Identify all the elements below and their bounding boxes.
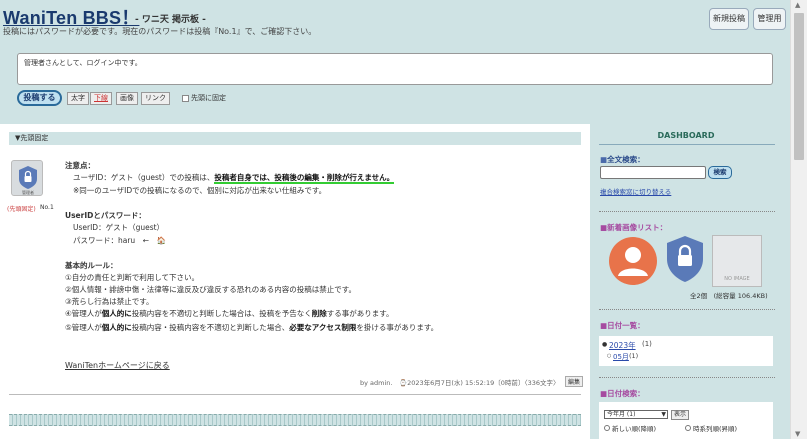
year-bullet: ● bbox=[602, 341, 608, 348]
message-textarea[interactable]: 管理者さんとして、ログイン中です。 bbox=[17, 53, 773, 85]
avatar-label: 管理者 bbox=[22, 189, 34, 195]
radio-circle[interactable] bbox=[604, 425, 610, 431]
divider bbox=[9, 394, 581, 395]
radio-circle[interactable] bbox=[685, 425, 691, 431]
rules-heading: 基本的ルール： bbox=[65, 261, 118, 270]
password-line: パスワード：haru ← 🏠 bbox=[73, 236, 166, 245]
userid-line: UserID：ゲスト（guest） bbox=[73, 223, 165, 232]
compose-area: 管理者さんとして、ログイン中です。 投稿する 太字 下線 画像 リンク 先頭に固… bbox=[9, 46, 781, 116]
sidebar: DASHBOARD ■全文検索： 検索 複合検索窓に切り替える ■新着画像リスト… bbox=[590, 124, 790, 439]
scroll-up-icon[interactable]: ▲ bbox=[795, 1, 800, 9]
admin-button[interactable]: 管理用 bbox=[753, 8, 786, 30]
rule-2: ②個人情報・誹謗中傷・法律等に違反及び違反する恐れのある内容の投稿は禁止です。 bbox=[65, 285, 356, 294]
year-link[interactable]: 2023年 bbox=[609, 340, 636, 351]
scroll-thumb[interactable] bbox=[794, 13, 804, 160]
site-subtitle: - ワニ天 掲示板 - bbox=[135, 15, 206, 25]
date-search: 今年月 (1) ▼ 表示 新しい順(降順) 時系列順(昇順) bbox=[599, 402, 773, 439]
scrollbar[interactable]: ▲ ▼ bbox=[790, 0, 807, 439]
month-bullet: ○ bbox=[607, 353, 612, 359]
main-panel: ▼先頭固定 管理者 (先頭固定) No.1 注意点： ユーザID：ゲスト（gue… bbox=[0, 124, 590, 439]
radio-newest[interactable]: 新しい順(降順) bbox=[604, 423, 656, 433]
pin-checkbox[interactable] bbox=[182, 94, 189, 102]
bold-button[interactable]: 太字 bbox=[67, 92, 89, 105]
caution-heading: 注意点： bbox=[65, 161, 95, 170]
home-link[interactable]: WaniTenホームページに戻る bbox=[65, 360, 170, 371]
credentials-heading: UserIDとパスワード： bbox=[65, 211, 146, 220]
image-button[interactable]: 画像 bbox=[116, 92, 138, 105]
month-select[interactable]: 今年月 (1) ▼ bbox=[604, 410, 668, 419]
month-count: (1) bbox=[629, 352, 639, 360]
dashboard-divider bbox=[599, 144, 775, 145]
show-button[interactable]: 表示 bbox=[671, 410, 689, 420]
link-button[interactable]: リンク bbox=[141, 92, 170, 105]
date-list: ● 2023年 (1) ○ 05月 (1) bbox=[599, 336, 773, 366]
pinned-section-bar[interactable]: ▼先頭固定 bbox=[9, 132, 581, 145]
caution-note: ※同一のユーザIDでの投稿になるので、個別に対応が出来ない仕組みです。 bbox=[73, 186, 327, 195]
switch-search-link[interactable]: 複合検索窓に切り替える bbox=[600, 186, 671, 196]
caution-line: ユーザID：ゲスト（guest）での投稿は、投稿者自身では、投稿後の編集・削除が… bbox=[73, 173, 395, 184]
header: WaniTen BBS！ - ワニ天 掲示板 - 投稿にはパスワードが必要です。… bbox=[0, 0, 790, 46]
avatar-caption: (先頭固定) bbox=[7, 206, 36, 213]
chevron-down-icon: ▼ bbox=[661, 411, 666, 418]
no-image-thumbnail[interactable]: NO IMAGE bbox=[712, 235, 762, 287]
post-meta: by admin. ⌚2023年6月7日(水) 15:52:19〔0時前〕〈33… bbox=[360, 379, 560, 387]
post-number[interactable]: No.1 bbox=[40, 204, 54, 211]
new-post-button[interactable]: 新規投稿 bbox=[709, 8, 749, 30]
password-note: 投稿にはパスワードが必要です。現在のパスワードは投稿『No.1』で、ご確認下さい… bbox=[3, 27, 317, 36]
year-count: (1) bbox=[642, 340, 652, 348]
separator bbox=[599, 211, 775, 212]
underline-button[interactable]: 下線 bbox=[90, 92, 112, 105]
avatar: 管理者 bbox=[11, 160, 43, 196]
date-list-label: ■日付一覧： bbox=[600, 321, 645, 330]
rule-4: ④管理人が個人的に投稿内容を不適切と判断した場合は、投稿を予告なく削除する事があ… bbox=[65, 309, 394, 318]
new-images-label: ■新着画像リスト： bbox=[600, 223, 668, 232]
pin-label: 先頭に固定 bbox=[191, 94, 226, 102]
shield-lock-icon: 管理者 bbox=[19, 166, 37, 195]
search-button[interactable]: 検索 bbox=[708, 166, 732, 179]
separator bbox=[599, 377, 775, 378]
post-button[interactable]: 投稿する bbox=[17, 90, 62, 106]
image-count: 全2個 (総容量 106.4KB) bbox=[690, 292, 768, 300]
edit-button[interactable]: 編集 bbox=[565, 376, 584, 387]
date-search-label: ■日付検索： bbox=[600, 389, 645, 398]
person-avatar-icon[interactable] bbox=[608, 236, 658, 286]
pin-option[interactable]: 先頭に固定 bbox=[182, 93, 226, 103]
search-input[interactable] bbox=[600, 166, 706, 179]
dashboard-title: DASHBOARD bbox=[657, 131, 715, 140]
fulltext-search-label: ■全文検索： bbox=[600, 155, 645, 164]
separator bbox=[599, 309, 775, 310]
rule-3: ③荒らし行為は禁止です。 bbox=[65, 297, 154, 306]
rule-1: ①自分の責任と判断で利用して下さい。 bbox=[65, 273, 199, 282]
rule-5: ⑤管理人が個人的に投稿内容・投稿内容を不適切と判断した場合、必要なアクセス制限を… bbox=[65, 323, 439, 332]
radio-oldest[interactable]: 時系列順(昇順) bbox=[685, 423, 737, 433]
shield-lock-thumbnail-icon[interactable] bbox=[664, 234, 706, 284]
month-link[interactable]: 05月 bbox=[613, 352, 629, 362]
scroll-down-icon[interactable]: ▼ bbox=[795, 430, 800, 438]
next-section-bar bbox=[9, 414, 581, 426]
